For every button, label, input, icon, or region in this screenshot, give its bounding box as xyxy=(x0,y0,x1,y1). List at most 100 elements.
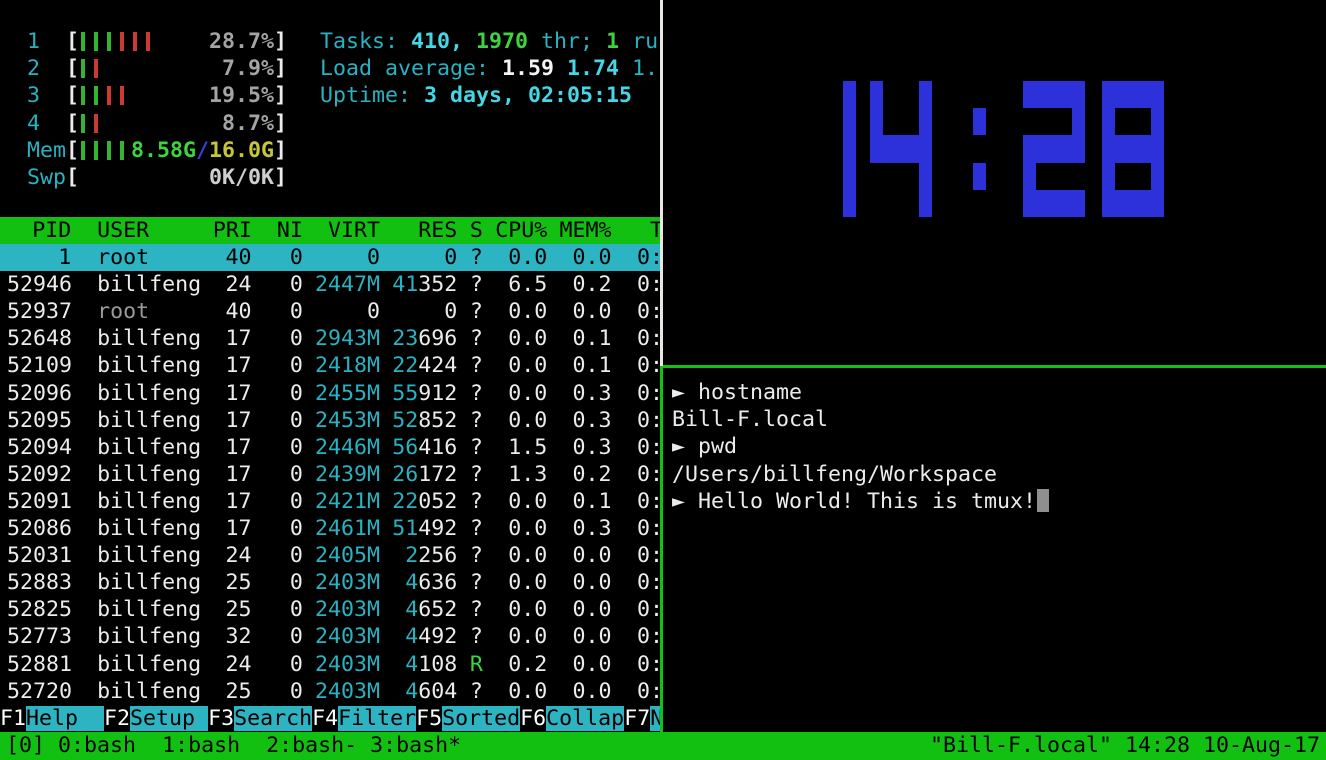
process-row[interactable]: 52881billfeng2402403M4108R0.20.00: xyxy=(0,651,660,678)
column-header-pri: PRI xyxy=(213,217,252,244)
terminal-line: /Users/billfeng/Workspace xyxy=(672,461,1326,488)
terminal-line: ► hostname xyxy=(672,379,1326,406)
meter-bar-green xyxy=(107,32,111,51)
process-res-low: 108 xyxy=(418,651,457,678)
process-res-low: 492 xyxy=(418,515,457,542)
fkey-f1-help[interactable]: F1Help xyxy=(0,705,104,732)
tmux-window-0[interactable]: 0:bash xyxy=(58,732,136,760)
process-priority: 25 xyxy=(213,596,252,623)
process-row[interactable]: 52096billfeng1702455M55912?0.00.30: xyxy=(0,380,660,407)
meter-bar-red xyxy=(133,32,137,51)
process-cpu-percent: 0.0 xyxy=(483,542,547,569)
fkey-label: N xyxy=(650,706,660,731)
process-row[interactable]: 52086billfeng1702461M51492?0.00.30: xyxy=(0,515,660,542)
process-row[interactable]: 1root40000?0.00.00: xyxy=(0,244,660,271)
meter-bar-red xyxy=(146,32,150,51)
process-state: ? xyxy=(457,623,483,650)
process-row[interactable]: 52091billfeng1702421M22052?0.00.10: xyxy=(0,488,660,515)
process-res-low: 652 xyxy=(418,596,457,623)
meter-bar-red xyxy=(120,86,124,105)
meter-bar-red xyxy=(120,32,124,51)
swap-usage-value: 0K/0K xyxy=(209,164,274,191)
process-res-high: 23 xyxy=(392,325,418,352)
fkey-label: Filter xyxy=(338,706,416,731)
clock-digit-1 xyxy=(843,81,856,217)
process-nice: 0 xyxy=(251,623,302,650)
fkey-f3-search[interactable]: F3Search xyxy=(208,705,312,732)
process-time: 0: xyxy=(612,569,660,596)
meter-bar-green xyxy=(81,86,85,105)
process-state: ? xyxy=(457,298,483,325)
process-row[interactable]: 52095billfeng1702453M52852?0.00.30: xyxy=(0,407,660,434)
fkey-f7-n[interactable]: F7N xyxy=(624,705,660,732)
tasks-summary: Tasks: 410, 1970 thr; 1 ru xyxy=(320,28,658,55)
meter-bar-green xyxy=(81,59,85,78)
process-row[interactable]: 52092billfeng1702439M26172?1.30.20: xyxy=(0,461,660,488)
meter-close-bracket: ] xyxy=(274,110,287,137)
process-pid: 52883 xyxy=(7,569,71,596)
process-virt: 2418M xyxy=(303,352,380,379)
process-res-high: 55 xyxy=(392,380,418,407)
process-state: ? xyxy=(457,569,483,596)
process-row[interactable]: 52773billfeng3202403M4492?0.00.00: xyxy=(0,623,660,650)
column-header-virt: VIRT xyxy=(303,217,380,244)
process-mem-percent: 0.0 xyxy=(547,569,611,596)
process-row[interactable]: 52109billfeng1702418M22424?0.00.10: xyxy=(0,352,660,379)
process-mem-percent: 0.3 xyxy=(547,515,611,542)
fkey-f6-collap[interactable]: F6Collap xyxy=(520,705,624,732)
process-nice: 0 xyxy=(251,298,302,325)
process-time: 0: xyxy=(612,434,660,461)
process-row[interactable]: 52825billfeng2502403M4652?0.00.00: xyxy=(0,596,660,623)
process-pid: 52031 xyxy=(7,542,71,569)
process-virt: 2421M xyxy=(303,488,380,515)
process-res-high: 56 xyxy=(392,434,418,461)
column-header-time: T xyxy=(612,217,660,244)
process-state: ? xyxy=(457,380,483,407)
process-table-header[interactable]: PIDUSERPRINIVIRTRESSCPU%MEM%T xyxy=(0,217,660,244)
process-row[interactable]: 52031billfeng2402405M2256?0.00.00: xyxy=(0,542,660,569)
process-cpu-percent: 0.0 xyxy=(483,515,547,542)
process-state: ? xyxy=(457,515,483,542)
process-res: 23696 xyxy=(380,325,457,352)
fkey-f5-sorted[interactable]: F5Sorted xyxy=(416,705,520,732)
process-cpu-percent: 0.0 xyxy=(483,678,547,705)
process-res: 22052 xyxy=(380,488,457,515)
tmux-window-2[interactable]: 2:bash- xyxy=(266,732,357,760)
process-priority: 24 xyxy=(213,651,252,678)
process-row[interactable]: 52937root40000?0.00.00: xyxy=(0,298,660,325)
process-nice: 0 xyxy=(251,434,302,461)
process-user: billfeng xyxy=(84,569,213,596)
fkey-number: F5 xyxy=(416,706,442,731)
process-row[interactable]: 52720billfeng2502403M4604?0.00.00: xyxy=(0,678,660,705)
process-res-low: 416 xyxy=(418,434,457,461)
meter-label: 2 xyxy=(27,55,66,82)
process-time: 0: xyxy=(612,244,660,271)
meter-open-bracket: [ xyxy=(66,28,79,55)
process-res: 0 xyxy=(380,244,457,271)
process-time: 0: xyxy=(612,407,660,434)
fkey-f2-setup[interactable]: F2Setup xyxy=(104,705,208,732)
process-row[interactable]: 52094billfeng1702446M56416?1.50.30: xyxy=(0,434,660,461)
process-pid: 52937 xyxy=(7,298,71,325)
tmux-window-3[interactable]: 3:bash* xyxy=(370,732,461,760)
terminal-pane[interactable]: ► hostnameBill-F.local► pwd/Users/billfe… xyxy=(664,368,1326,732)
fkey-f4-filter[interactable]: F4Filter xyxy=(312,705,416,732)
process-res: 4604 xyxy=(380,678,457,705)
process-nice: 0 xyxy=(251,569,302,596)
process-row[interactable]: 52883billfeng2502403M4636?0.00.00: xyxy=(0,569,660,596)
meter-bars xyxy=(81,141,133,160)
process-mem-percent: 0.3 xyxy=(547,380,611,407)
memory-total: 16.0G xyxy=(209,138,274,163)
process-time: 0: xyxy=(612,623,660,650)
process-priority: 32 xyxy=(213,623,252,650)
tmux-window-1[interactable]: 1:bash xyxy=(162,732,240,760)
terminal-text: Bill-F.local xyxy=(672,407,828,432)
process-row[interactable]: 52648billfeng1702943M23696?0.00.10: xyxy=(0,325,660,352)
meter-track: 19.5% xyxy=(79,82,274,109)
meter-bars xyxy=(81,59,107,78)
process-row[interactable]: 52946billfeng2402447M41352?6.50.20: xyxy=(0,271,660,298)
process-nice: 0 xyxy=(251,651,302,678)
process-res: 52852 xyxy=(380,407,457,434)
process-nice: 0 xyxy=(251,596,302,623)
terminal-line: ► pwd xyxy=(672,433,1326,460)
